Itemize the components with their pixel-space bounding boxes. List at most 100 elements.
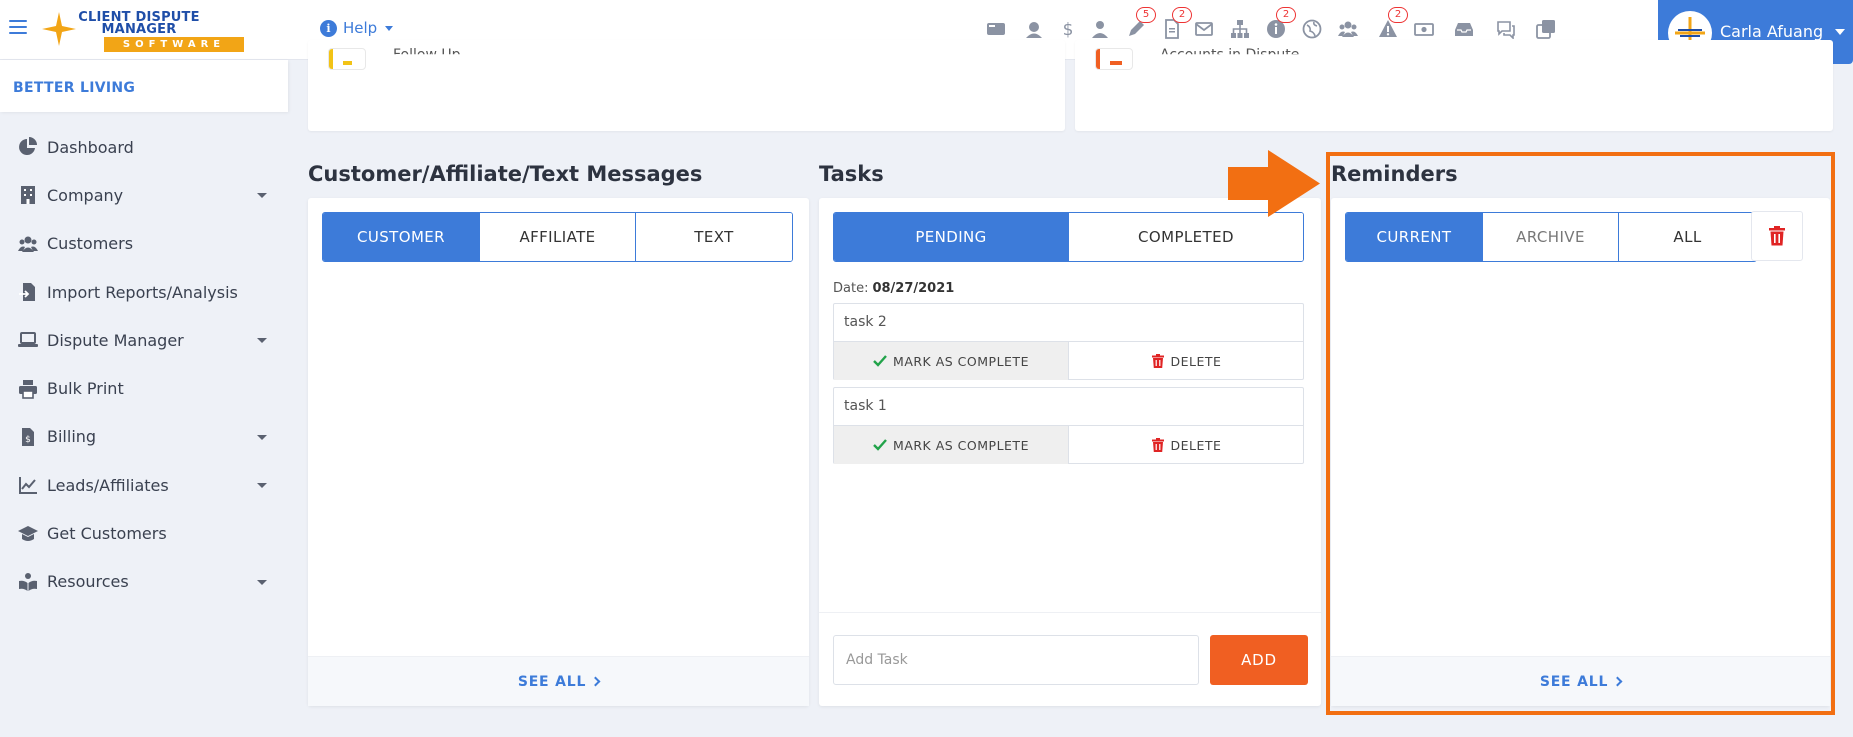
- delete-task-button[interactable]: DELETE: [1069, 426, 1303, 464]
- hamburger-menu-icon[interactable]: [9, 20, 27, 34]
- svg-text:$: $: [1063, 20, 1074, 39]
- printer-icon: [19, 379, 37, 399]
- task-actions: MARK AS COMPLETE DELETE: [834, 342, 1303, 380]
- dollar-icon: $: [1063, 20, 1074, 39]
- follow-up-label: Follow Up: [393, 47, 461, 63]
- app-logo[interactable]: CLIENT DISPUTE MANAGER SOFTWARE: [42, 8, 244, 52]
- delete-task-button[interactable]: DELETE: [1069, 342, 1303, 380]
- sidebar-item-label: Leads/Affiliates: [47, 475, 169, 495]
- sidebar-item-get-customers[interactable]: Get Customers: [0, 509, 288, 557]
- company-name: BETTER LIVING: [13, 80, 136, 96]
- sidebar-item-import-reports-analysis[interactable]: Import Reports/Analysis: [0, 268, 288, 316]
- chevron-down-icon: [257, 193, 267, 199]
- users-icon: [1338, 21, 1358, 37]
- toolbar-globe-button[interactable]: [1300, 16, 1324, 42]
- reminders-highlight-frame: [1326, 152, 1835, 715]
- laptop-icon: [18, 332, 38, 348]
- add-task-bar: ADD: [819, 612, 1321, 706]
- date-value: 08/27/2021: [872, 281, 955, 296]
- messages-tab-affiliate[interactable]: AFFILIATE: [480, 213, 636, 261]
- tasks-tab-completed[interactable]: COMPLETED: [1069, 213, 1303, 261]
- book-reader-icon: [19, 572, 37, 591]
- toolbar-chat-button[interactable]: [1494, 16, 1518, 42]
- toolbar-inbox-button[interactable]: [1452, 16, 1476, 42]
- chevron-down-icon: [257, 338, 267, 344]
- toolbar-money-bill-button[interactable]: [1412, 16, 1436, 42]
- mark-complete-button[interactable]: MARK AS COMPLETE: [834, 426, 1069, 464]
- toolbar-envelope-button[interactable]: [1192, 16, 1216, 42]
- help-label: Help: [343, 19, 378, 37]
- toolbar-dollar-button[interactable]: $: [1056, 16, 1080, 42]
- money-bill-icon: [1414, 23, 1434, 36]
- sidebar-item-bulk-print[interactable]: Bulk Print: [0, 364, 288, 412]
- sidebar-item-billing[interactable]: $ Billing: [0, 413, 288, 461]
- copy-icon: [1536, 20, 1555, 39]
- add-task-button[interactable]: ADD: [1210, 635, 1308, 685]
- notification-badge: 2: [1172, 7, 1192, 23]
- task-actions: MARK AS COMPLETE DELETE: [834, 426, 1303, 464]
- follow-up-count-badge: [328, 48, 366, 70]
- sidebar-item-label: Dashboard: [47, 137, 134, 157]
- logo-line-3: SOFTWARE: [104, 37, 244, 52]
- sidebar-item-label: Billing: [47, 427, 97, 447]
- chevron-down-icon: [385, 25, 394, 31]
- toolbar-user-tie-button[interactable]: [1088, 16, 1112, 42]
- toolbar-support-agent-button[interactable]: [1022, 16, 1046, 42]
- tasks-tab-pending[interactable]: PENDING: [834, 213, 1069, 261]
- inbox-icon: [1455, 23, 1473, 36]
- help-menu[interactable]: i Help: [320, 19, 394, 37]
- id-card-icon: [987, 23, 1005, 35]
- toolbar-users-button[interactable]: [1336, 16, 1360, 42]
- sidebar-item-customers[interactable]: Customers: [0, 220, 288, 268]
- company-selector[interactable]: BETTER LIVING: [0, 60, 288, 112]
- messages-see-all-link[interactable]: SEE ALL: [308, 656, 809, 706]
- info-icon: i: [320, 19, 337, 37]
- toolbar-id-card-button[interactable]: [984, 16, 1008, 42]
- delete-label: DELETE: [1170, 437, 1222, 453]
- follow-up-card[interactable]: Follow Up: [308, 40, 1065, 131]
- trash-icon: [1151, 354, 1164, 368]
- messages-tab-text[interactable]: TEXT: [636, 213, 792, 261]
- chevron-right-icon: [590, 676, 601, 687]
- sidebar-item-dispute-manager[interactable]: Dispute Manager: [0, 316, 288, 364]
- notification-badge: 5: [1136, 7, 1156, 23]
- toolbar-document-button[interactable]: 2: [1160, 7, 1192, 42]
- support-agent-icon: [1026, 22, 1042, 38]
- sidebar-item-label: Company: [47, 185, 124, 205]
- building-icon: [21, 186, 35, 205]
- toolbar-pen-button[interactable]: 5: [1124, 7, 1156, 42]
- accounts-in-dispute-label: Accounts in Dispute: [1160, 47, 1300, 63]
- sidebar-item-label: Import Reports/Analysis: [47, 282, 238, 302]
- check-icon: [873, 355, 887, 367]
- sidebar-nav: Dashboard Company Customers Import Reports/…: [0, 123, 288, 606]
- mark-complete-button[interactable]: MARK AS COMPLETE: [834, 342, 1069, 380]
- toolbar-info-button[interactable]: 2: [1264, 7, 1296, 42]
- task-name: task 1: [834, 388, 1303, 426]
- accounts-in-dispute-card[interactable]: Accounts in Dispute: [1075, 40, 1833, 131]
- chat-icon: [1497, 21, 1515, 39]
- sidebar-item-leads-affiliates[interactable]: Leads/Affiliates: [0, 461, 288, 509]
- user-tie-icon: [1092, 21, 1108, 38]
- check-icon: [873, 439, 887, 451]
- toolbar-copy-button[interactable]: [1534, 16, 1558, 42]
- arrow-right-icon: [1228, 150, 1320, 217]
- accounts-count-badge: [1095, 48, 1133, 70]
- file-import-icon: [19, 283, 35, 302]
- chevron-down-icon: [1835, 29, 1845, 35]
- toolbar-warning-button[interactable]: 2: [1376, 7, 1408, 42]
- task-date: Date: 08/27/2021: [833, 281, 954, 296]
- toolbar-sitemap-button[interactable]: [1228, 16, 1252, 42]
- sidebar-item-dashboard[interactable]: Dashboard: [0, 123, 288, 171]
- sidebar-item-resources[interactable]: Resources: [0, 558, 288, 606]
- messages-tabs: CUSTOMER AFFILIATE TEXT: [322, 212, 793, 262]
- notification-badge: 2: [1388, 7, 1408, 23]
- graduation-cap-icon: [18, 525, 38, 541]
- mark-complete-label: MARK AS COMPLETE: [893, 437, 1029, 453]
- date-label: Date:: [833, 281, 869, 296]
- mark-complete-label: MARK AS COMPLETE: [893, 353, 1029, 369]
- user-name: Carla Afuang: [1720, 22, 1824, 41]
- messages-tab-customer[interactable]: CUSTOMER: [323, 213, 480, 261]
- add-task-input[interactable]: [833, 635, 1199, 685]
- tasks-panel: PENDING COMPLETED Date: 08/27/2021 task 2M…: [819, 198, 1321, 706]
- sidebar-item-company[interactable]: Company: [0, 171, 288, 219]
